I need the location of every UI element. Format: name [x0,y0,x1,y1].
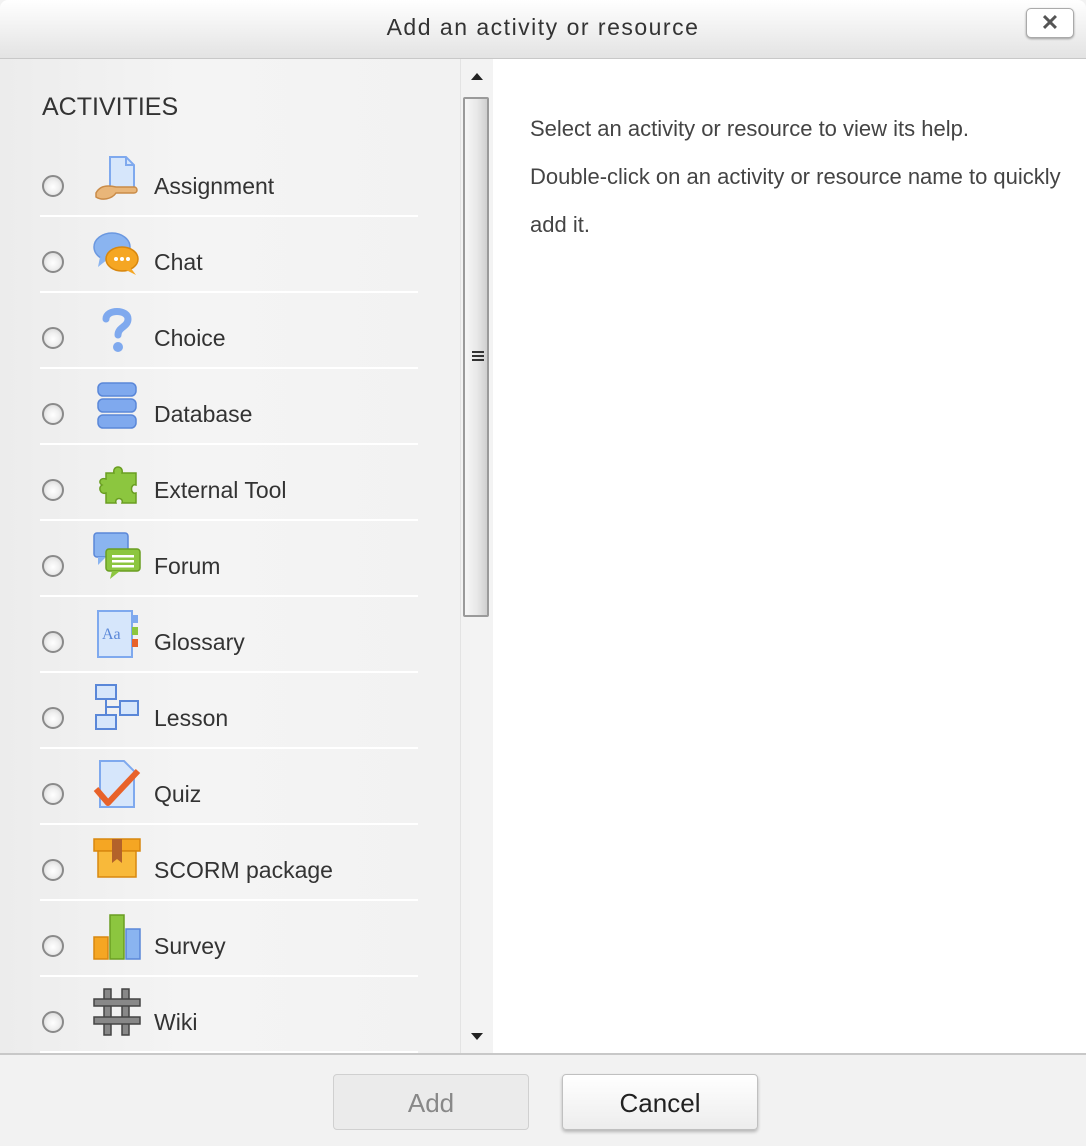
cancel-button[interactable]: Cancel [562,1074,758,1130]
activity-label: Quiz [154,781,202,807]
activities-section-title: ACTIVITIES [42,93,179,121]
activity-option-assignment[interactable]: Assignment [40,139,418,217]
radio-chat[interactable] [42,251,64,273]
radio-assignment[interactable] [42,175,64,197]
scrollbar-thumb[interactable] [463,97,489,617]
activity-option-lesson[interactable]: Lesson [40,671,418,749]
activity-label: SCORM package [154,857,333,883]
activity-option-glossary[interactable]: Aa Glossary [40,595,418,673]
help-line-2: Double-click on an activity or resource … [530,164,1061,237]
activity-option-survey[interactable]: Survey [40,899,418,977]
radio-lesson[interactable] [42,707,64,729]
radio-quiz[interactable] [42,783,64,805]
radio-forum[interactable] [42,555,64,577]
activity-option-database[interactable]: Database [40,367,418,445]
dialog-header: Add an activity or resource ✕ [0,0,1086,59]
lesson-icon [95,684,139,730]
radio-survey[interactable] [42,935,64,957]
activities-scrollbar[interactable] [460,59,493,1053]
choice-icon [102,308,132,352]
external-tool-icon [99,466,137,504]
activity-label: Wiki [154,1009,198,1035]
activity-option-quiz[interactable]: Quiz [40,747,418,825]
radio-database[interactable] [42,403,64,425]
forum-icon [93,532,141,579]
radio-choice[interactable] [42,327,64,349]
grip-icon [472,351,484,362]
scorm-package-icon [93,838,141,878]
radio-external-tool[interactable] [42,479,64,501]
add-button[interactable]: Add [333,1074,529,1130]
activity-label: External Tool [154,477,287,503]
activity-label: Survey [154,933,226,959]
wiki-icon [93,988,141,1036]
activity-label: Choice [154,325,226,351]
glossary-icon: Aa [97,610,138,658]
scroll-down-arrow-icon[interactable] [461,1017,493,1053]
activity-option-choice[interactable]: Choice [40,291,418,369]
activity-label: Database [154,401,253,427]
activity-label: Lesson [154,705,229,731]
quiz-icon [93,760,141,808]
close-button[interactable]: ✕ [1026,8,1074,38]
radio-scorm-package[interactable] [42,859,64,881]
svg-text:Aa: Aa [102,626,121,643]
database-icon [97,382,137,429]
add-activity-dialog: Add an activity or resource ✕ ACTIVITIES… [0,0,1086,1146]
radio-glossary[interactable] [42,631,64,653]
activity-option-external-tool[interactable]: External Tool [40,443,418,521]
radio-wiki[interactable] [42,1011,64,1033]
help-line-1: Select an activity or resource to view i… [530,116,969,141]
activity-option-scorm-package[interactable]: SCORM package [40,823,418,901]
activity-option-chat[interactable]: Chat [40,215,418,293]
activity-label: Glossary [154,629,245,655]
survey-icon [93,914,141,960]
close-icon: ✕ [1040,10,1060,35]
activity-option-forum[interactable]: Forum [40,519,418,597]
help-panel: Select an activity or resource to view i… [493,59,1086,1053]
activities-list-panel: ACTIVITIES Assignment Chat Choice Databa… [0,59,460,1053]
activity-label: Forum [154,553,221,579]
scroll-up-arrow-icon[interactable] [461,59,493,95]
dialog-footer: Add Cancel [0,1053,1086,1146]
activity-option-wiki[interactable]: Wiki [40,975,418,1053]
help-text: Select an activity or resource to view i… [530,105,1070,249]
activity-label: Assignment [154,173,275,199]
activity-label: Chat [154,249,203,275]
assignment-icon [95,156,138,200]
dialog-title: Add an activity or resource [386,14,700,40]
chat-icon [93,232,139,275]
